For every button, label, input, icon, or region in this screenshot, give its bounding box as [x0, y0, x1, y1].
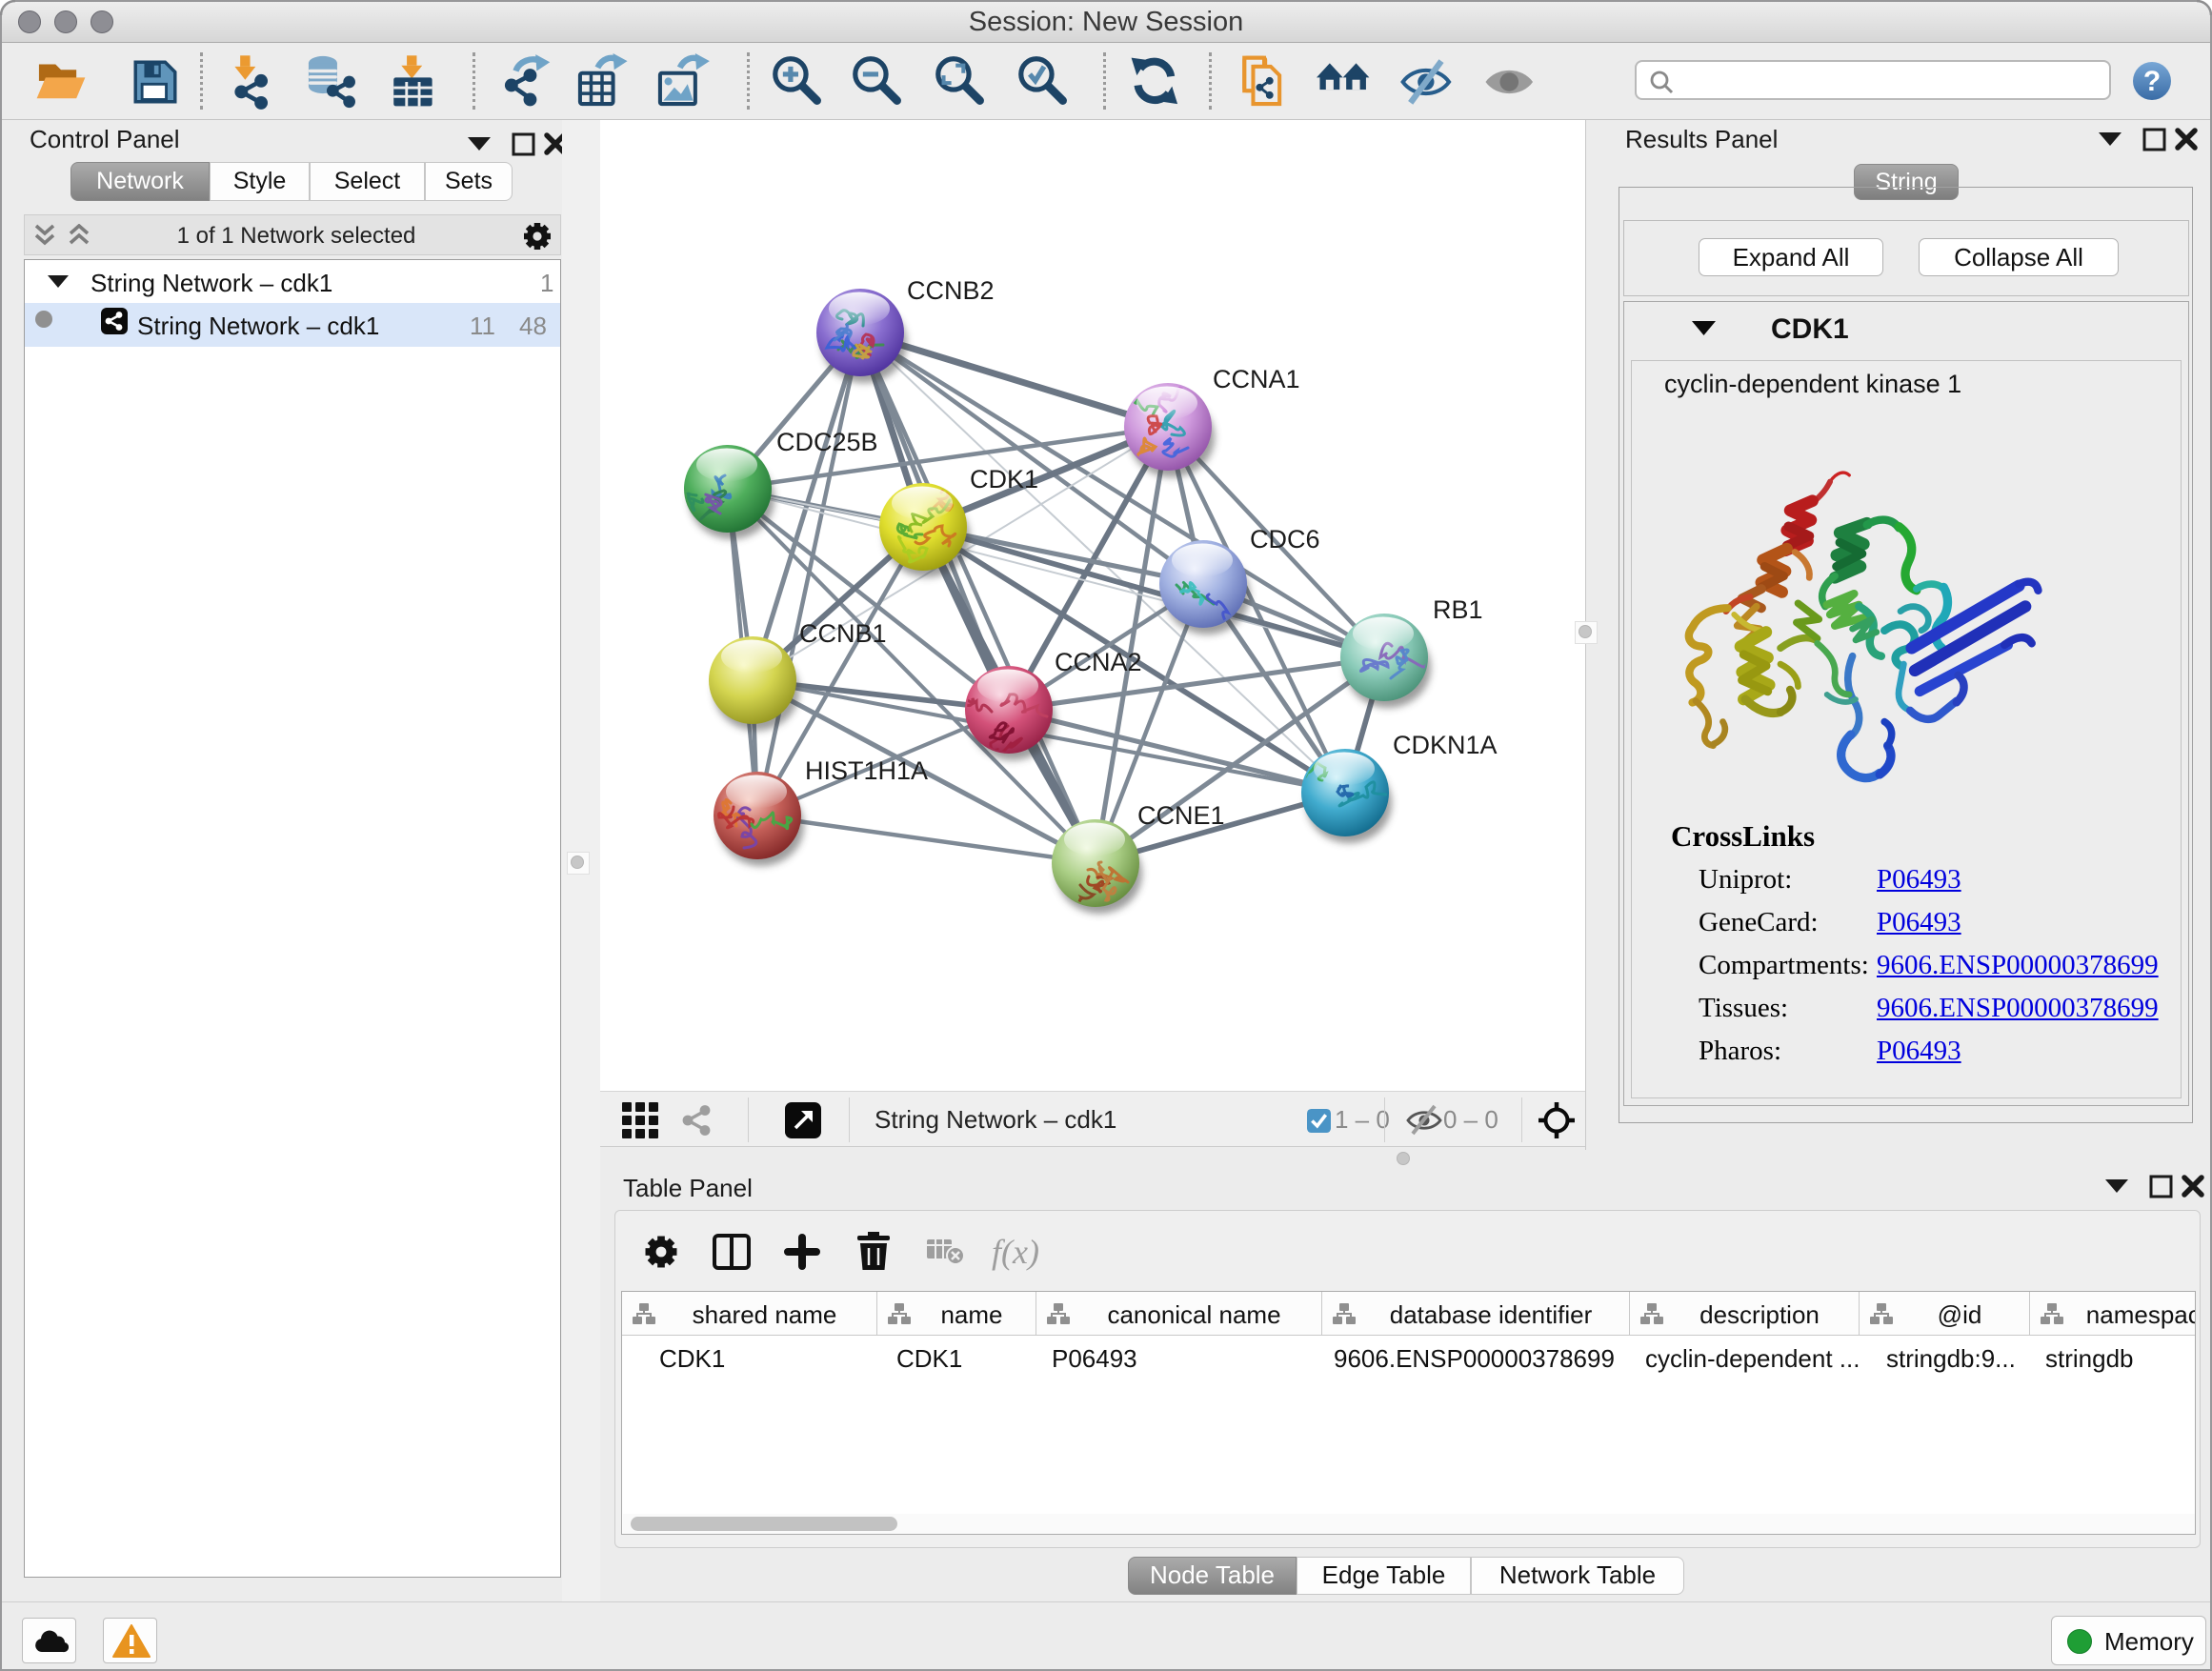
svg-text:RB1: RB1 — [1433, 595, 1483, 624]
svg-text:CCNE1: CCNE1 — [1137, 801, 1225, 830]
svg-text:CDK1: CDK1 — [970, 465, 1038, 493]
svg-text:CCNA1: CCNA1 — [1213, 365, 1300, 393]
svg-text:CDC6: CDC6 — [1250, 525, 1320, 554]
svg-text:?: ? — [2143, 66, 2161, 97]
svg-text:CDC25B: CDC25B — [776, 428, 878, 456]
svg-text:CDKN1A: CDKN1A — [1393, 731, 1498, 759]
svg-text:CCNB1: CCNB1 — [799, 619, 887, 648]
svg-text:CCNA2: CCNA2 — [1055, 648, 1142, 676]
svg-text:CCNB2: CCNB2 — [907, 276, 995, 305]
svg-text:HIST1H1A: HIST1H1A — [805, 756, 928, 785]
